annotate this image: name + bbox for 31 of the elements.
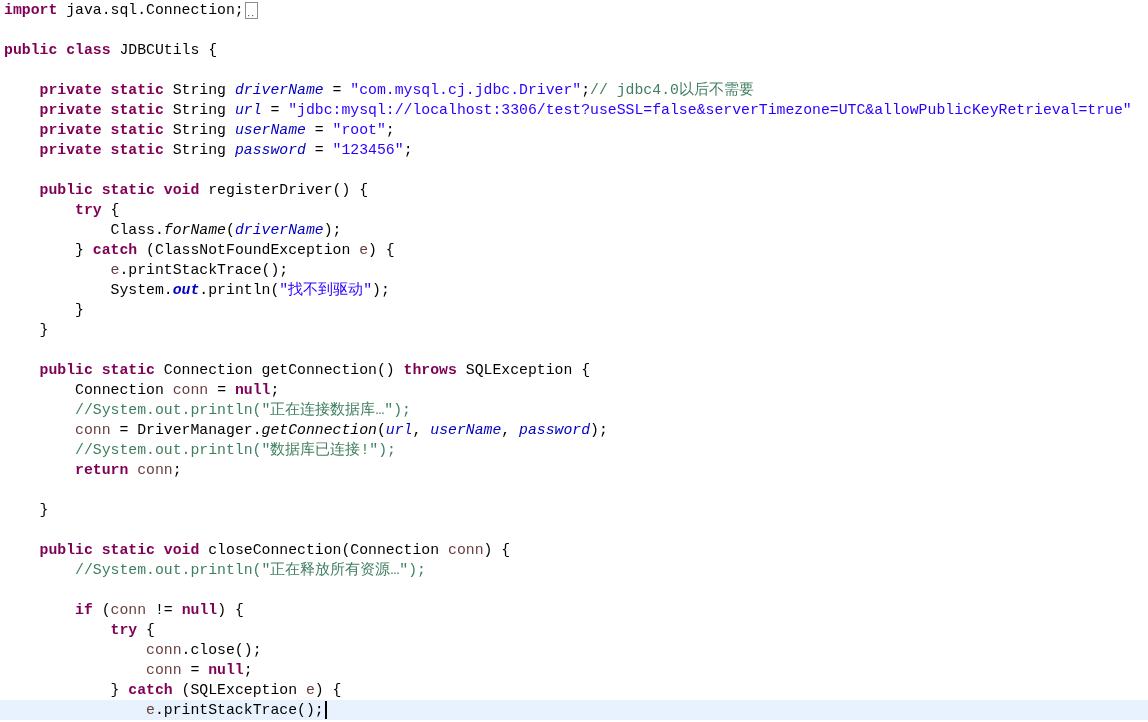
code-line: }: [75, 301, 84, 320]
text-cursor: [324, 701, 327, 719]
folded-code-icon[interactable]: [244, 1, 258, 19]
code-line: //System.out.println("正在释放所有资源…");: [75, 561, 426, 580]
code-line: try {: [75, 201, 120, 220]
code-line: public class JDBCUtils {: [4, 41, 218, 60]
code-line: private static String driverName = "com.mysql.cj.jdbc.Driver";// jdbc4.0以后不需要: [39, 80, 754, 100]
code-line: e.printStackTrace();: [110, 261, 289, 280]
code-line: Class.forName(driverName);: [110, 221, 342, 240]
code-line: conn = DriverManager.getConnection(url, userName, password);: [75, 421, 608, 440]
code-line: //System.out.println("数据库已连接!");: [75, 440, 396, 460]
code-line: }: [39, 501, 49, 520]
code-line: } catch (SQLException e) {: [110, 681, 342, 700]
code-line: private static String password = "123456";: [39, 141, 413, 160]
code-line: return conn;: [75, 461, 182, 480]
code-line: System.out.println("找不到驱动");: [110, 281, 390, 300]
code-line: private static String url = "jdbc:mysql://localhost:3306/test?useSSL=false&serverTimezone=UTC&allowPublicKeyRetrieval=true": [39, 101, 1132, 120]
code-line: if (conn != null) {: [75, 601, 244, 620]
code-line: private static String userName = "root";: [39, 121, 395, 140]
code-line: import java.sql.Connection;: [4, 1, 244, 20]
code-line: Connection conn = null;: [75, 381, 280, 400]
code-line: conn.close();: [146, 641, 262, 660]
code-line: public static void closeConnection(Connection conn) {: [39, 541, 511, 560]
code-line: conn = null;: [146, 661, 253, 680]
code-line: //System.out.println("正在连接数据库…");: [75, 400, 411, 420]
code-line: try {: [110, 621, 155, 640]
code-line: public static Connection getConnection() throws SQLException {: [39, 361, 591, 380]
code-line: e.printStackTrace();: [146, 701, 324, 720]
code-line: public static void registerDriver() {: [39, 181, 369, 200]
code-line: }: [39, 321, 49, 340]
code-line: } catch (ClassNotFoundException e) {: [75, 241, 395, 260]
